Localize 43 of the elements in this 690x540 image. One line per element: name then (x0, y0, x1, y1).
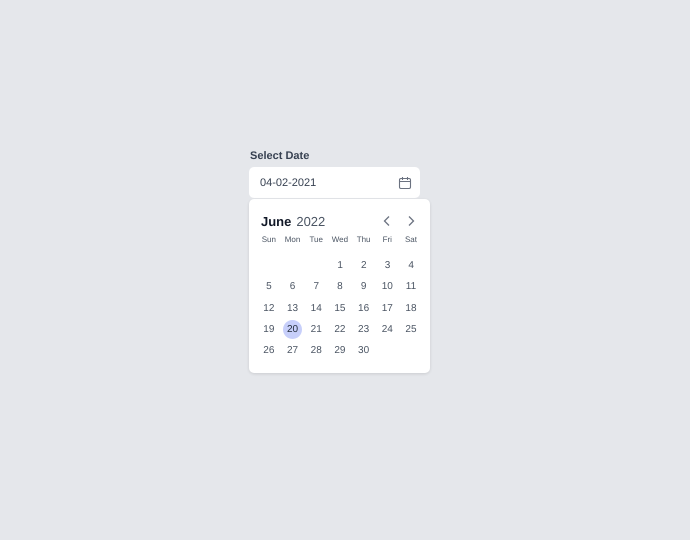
day-cell[interactable]: 22 (330, 320, 350, 340)
date-field[interactable]: 04-02-2021 (249, 167, 420, 198)
weekday-header: Sat (404, 234, 418, 246)
day-cell[interactable]: 2 (354, 256, 374, 276)
weekday-header: Sun (260, 234, 277, 246)
date-value: 04-02-2021 (260, 176, 316, 188)
day-cell[interactable]: 7 (306, 277, 326, 296)
field-label: Select Date (250, 150, 310, 162)
day-cell[interactable]: 24 (378, 320, 397, 340)
day-cell[interactable]: 13 (283, 298, 302, 318)
day-cell[interactable]: 27 (283, 341, 302, 360)
weekday-header: Wed (330, 234, 350, 246)
day-cell[interactable]: 25 (401, 320, 420, 340)
weekday-header: Mon (284, 234, 302, 246)
weekday-header: Thu (356, 234, 372, 246)
month-label: June (261, 214, 292, 228)
day-cell[interactable]: 6 (283, 277, 302, 296)
day-cell[interactable]: 15 (330, 298, 350, 318)
day-cell[interactable]: 9 (354, 277, 374, 296)
day-cell[interactable]: 8 (330, 277, 350, 296)
day-cell[interactable]: 29 (330, 341, 350, 360)
day-cell[interactable]: 5 (259, 277, 278, 296)
weekday-header: Fri (382, 234, 393, 246)
day-cell[interactable]: 21 (306, 320, 326, 340)
day-cell[interactable]: 16 (354, 298, 374, 318)
day-cell[interactable]: 20 (283, 320, 302, 340)
day-cell[interactable]: 17 (378, 298, 397, 318)
day-cell[interactable]: 23 (354, 320, 374, 340)
weekday-header: Tue (308, 234, 324, 246)
day-cell[interactable]: 11 (401, 277, 420, 296)
day-cell[interactable]: 18 (401, 298, 420, 318)
day-cell[interactable]: 30 (354, 341, 374, 360)
day-cell[interactable]: 4 (402, 256, 421, 276)
day-cell[interactable]: 3 (378, 256, 397, 276)
day-cell[interactable]: 26 (259, 341, 278, 360)
year-label: 2022 (296, 214, 326, 228)
calendar-icon[interactable] (398, 176, 412, 190)
day-cell[interactable]: 10 (378, 277, 397, 296)
day-cell[interactable]: 19 (259, 320, 278, 340)
day-cell[interactable]: 1 (330, 256, 350, 276)
day-cell[interactable]: 28 (306, 341, 326, 360)
day-cell[interactable]: 12 (259, 298, 278, 318)
day-cell[interactable]: 14 (306, 298, 326, 318)
